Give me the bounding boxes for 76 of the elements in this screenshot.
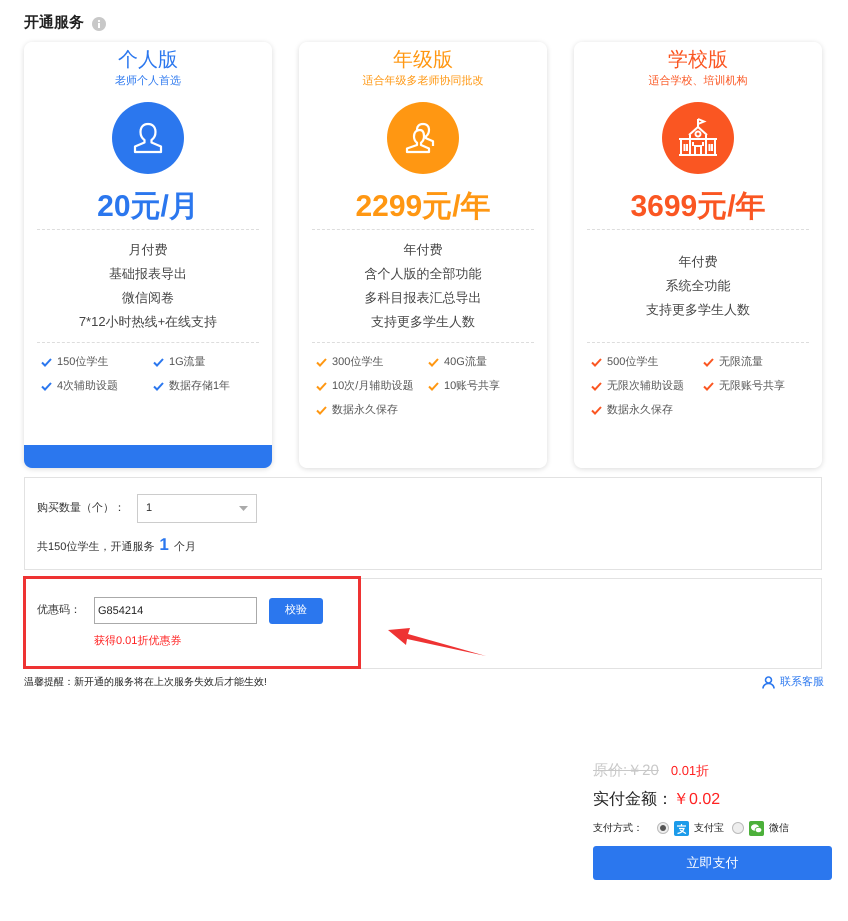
plan-title: 个人版 xyxy=(118,48,178,73)
quantity-label: 购买数量（个）： xyxy=(37,501,125,516)
check-icon xyxy=(316,406,327,414)
service-summary: 共150位学生，开通服务 1 个月 xyxy=(37,534,196,556)
check-icon xyxy=(41,382,52,390)
verify-button[interactable]: 校验 xyxy=(269,598,323,624)
check-icon xyxy=(703,382,714,390)
check-icon xyxy=(316,382,327,390)
plan-price: 20元/月 xyxy=(97,189,199,225)
perk-text: 4次辅助设题 xyxy=(57,378,118,394)
payment-method-text: 支付宝 xyxy=(694,822,724,836)
perk-text: 150位学生 xyxy=(57,354,108,370)
perk-text: 40G流量 xyxy=(444,354,487,370)
plan-feature: 支持更多学生人数 xyxy=(646,301,750,319)
plan-title: 年级版 xyxy=(393,48,453,73)
wechat-icon xyxy=(749,820,764,836)
section-title: 开通服务 xyxy=(24,13,84,34)
plan-card[interactable]: 学校版 适合学校、培训机构 3699元/年 年付费 系统全功能 支持更多学生人数 500位学生 无限流量 无限次辅助设题 无限账号共享 数据永久保存 xyxy=(574,42,822,468)
check-icon xyxy=(153,382,164,390)
check-icon xyxy=(591,358,602,366)
perk-text: 无限账号共享 xyxy=(719,378,785,394)
pay-button[interactable]: 立即支付 xyxy=(593,846,832,880)
check-icon xyxy=(703,358,714,366)
payment-method-text: 微信 xyxy=(769,822,789,836)
person-icon xyxy=(762,676,775,689)
check-icon xyxy=(316,358,327,366)
info-icon[interactable] xyxy=(92,16,106,30)
person-icon xyxy=(131,121,165,155)
plan-card[interactable]: 个人版 老师个人首选 20元/月 月付费 基础报表导出 微信阅卷 7*12小时热线+在线支持 150位学生 1G流量 4次辅助设题 数据存储1年 xyxy=(24,42,272,468)
plan-price: 3699元/年 xyxy=(630,189,766,225)
plan-feature: 含个人版的全部功能 xyxy=(364,265,482,283)
support-link[interactable]: 联系客服 xyxy=(762,674,824,690)
coupon-input[interactable]: G854214 xyxy=(94,597,257,624)
radio-button[interactable] xyxy=(732,822,744,834)
plan-title: 学校版 xyxy=(668,48,728,73)
plan-subtitle: 适合学校、培训机构 xyxy=(648,74,748,88)
plan-feature: 支持更多学生人数 xyxy=(371,313,475,331)
plan-price: 2299元/年 xyxy=(355,189,491,225)
check-icon xyxy=(41,358,52,366)
perk-text: 300位学生 xyxy=(332,354,384,370)
caret-icon xyxy=(239,506,248,511)
perk-text: 10账号共享 xyxy=(444,378,500,394)
check-icon xyxy=(591,382,602,390)
alipay-icon xyxy=(674,820,689,836)
check-icon xyxy=(428,358,439,366)
quantity-select[interactable]: 1 xyxy=(137,494,257,523)
perk-text: 10次/月辅助设题 xyxy=(332,378,414,394)
check-icon xyxy=(428,382,439,390)
perk-text: 无限流量 xyxy=(719,354,763,370)
coupon-label: 优惠码： xyxy=(37,602,82,618)
check-icon xyxy=(153,358,164,366)
plan-feature: 多科目报表汇总导出 xyxy=(364,289,482,307)
notice-text: 温馨提醒：新开通的服务将在上次服务失效后才能生效! xyxy=(24,676,267,690)
plan-feature: 7*12小时热线+在线支持 xyxy=(78,313,218,331)
plan-feature: 微信阅卷 xyxy=(122,289,174,307)
perk-text: 数据永久保存 xyxy=(607,402,673,418)
total-label: 实付金额： xyxy=(593,790,673,810)
total-amount: ￥0.02 xyxy=(673,790,720,810)
plan-card[interactable]: 年级版 适合年级多老师协同批改 2299元/年 年付费 含个人版的全部功能 多科目报表汇总导出 支持更多学生人数 300位学生 40G流量 10次/月辅助设题 10账号共享 数据永久保存 xyxy=(299,42,547,468)
payment-method-label: 支付方式： xyxy=(593,822,643,836)
perk-text: 500位学生 xyxy=(607,354,658,370)
coupon-message: 获得0.01折优惠券 xyxy=(94,634,182,649)
plan-feature: 系统全功能 xyxy=(666,277,730,295)
perk-text: 无限次辅助设题 xyxy=(607,378,684,394)
perk-text: 数据存储1年 xyxy=(169,378,230,394)
check-icon xyxy=(591,406,602,414)
plan-subtitle: 老师个人首选 xyxy=(115,74,181,88)
perk-text: 数据永久保存 xyxy=(332,402,398,418)
discount-text: 0.01折 xyxy=(670,762,710,780)
radio-button[interactable] xyxy=(657,822,669,834)
perk-text: 1G流量 xyxy=(169,354,206,370)
plan-subtitle: 适合年级多老师协同批改 xyxy=(362,74,484,88)
plan-feature: 基础报表导出 xyxy=(109,265,187,283)
plan-feature: 年付费 xyxy=(404,241,442,259)
plan-feature: 年付费 xyxy=(678,253,718,271)
plan-feature: 月付费 xyxy=(128,241,168,259)
